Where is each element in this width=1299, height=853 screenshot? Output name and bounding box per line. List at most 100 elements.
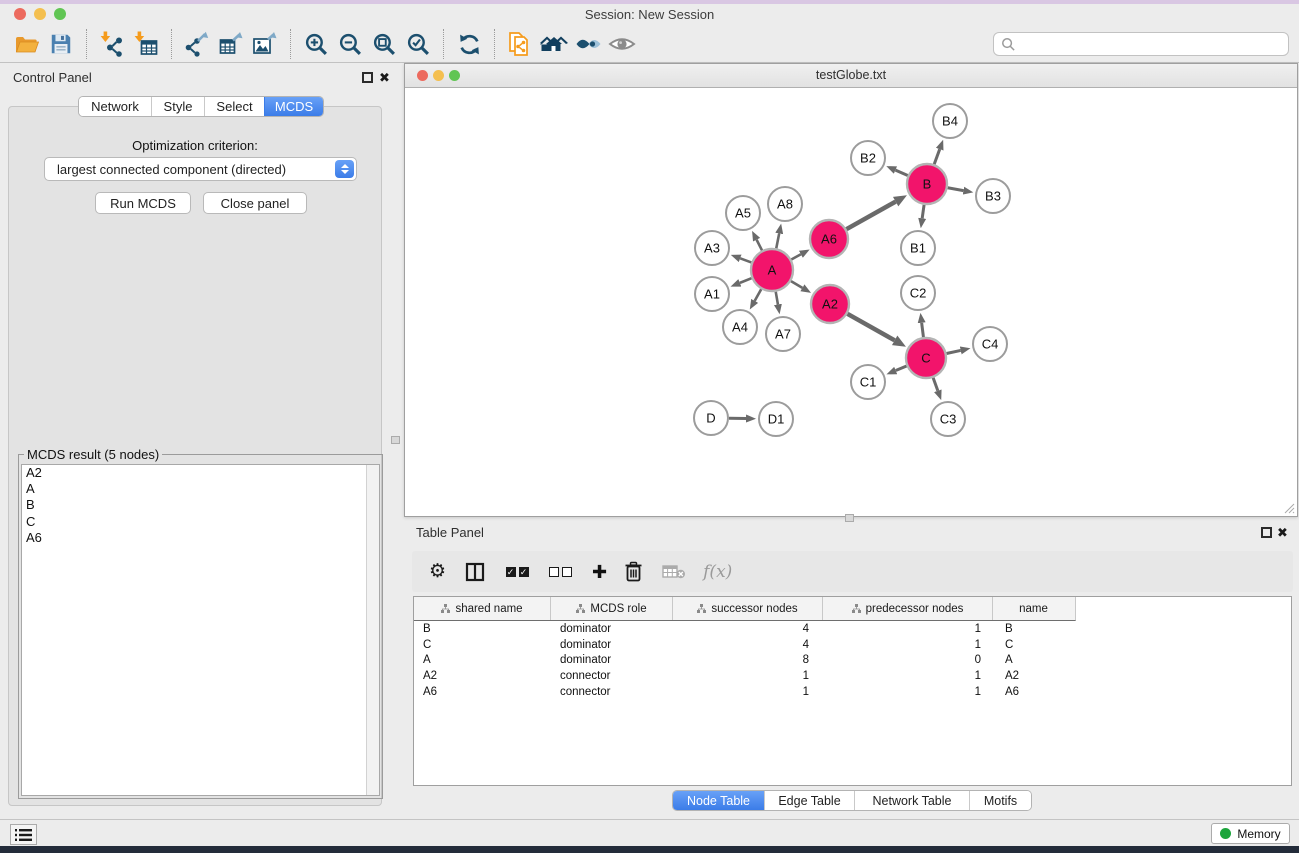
- graph-node-A1[interactable]: A1: [695, 277, 729, 311]
- float-panel-icon[interactable]: [362, 72, 373, 83]
- mcds-result-item[interactable]: B: [22, 497, 379, 513]
- graph-node-B2[interactable]: B2: [851, 141, 885, 175]
- toggle-graphics-details-icon[interactable]: [571, 28, 605, 60]
- export-network-icon[interactable]: [180, 28, 214, 60]
- mcds-result-list[interactable]: A2ABCA6: [21, 464, 380, 796]
- import-network-from-file-icon[interactable]: [95, 28, 129, 60]
- close-panel-icon[interactable]: ✖: [379, 71, 390, 84]
- mcds-result-item[interactable]: C: [22, 514, 379, 530]
- table-row[interactable]: Bdominator41B: [414, 621, 1291, 637]
- refresh-view-icon[interactable]: [452, 28, 486, 60]
- resize-grip-icon[interactable]: [1283, 502, 1295, 514]
- graph-node-B[interactable]: B: [907, 164, 947, 204]
- unselect-all-columns-icon[interactable]: [547, 560, 573, 584]
- graph-edge-A-A5[interactable]: [757, 240, 762, 251]
- graph-node-C2[interactable]: C2: [901, 276, 935, 310]
- node-table[interactable]: shared name MCDS role successor nodes pr…: [413, 596, 1292, 786]
- zoom-in-icon[interactable]: [299, 28, 333, 60]
- graph-edge-A-A2[interactable]: [791, 281, 802, 288]
- export-table-icon[interactable]: [214, 28, 248, 60]
- open-file-icon[interactable]: [10, 28, 44, 60]
- graph-node-C4[interactable]: C4: [973, 327, 1007, 361]
- graph-node-B3[interactable]: B3: [976, 179, 1010, 213]
- column-header-name[interactable]: name: [993, 597, 1074, 620]
- delete-column-trash-icon[interactable]: [624, 560, 643, 584]
- graph-edge-A-A1[interactable]: [740, 278, 752, 283]
- graph-edge-C-C3[interactable]: [933, 378, 938, 391]
- graph-node-B4[interactable]: B4: [933, 104, 967, 138]
- mcds-result-item[interactable]: A2: [22, 465, 379, 481]
- graph-edge-B-B2[interactable]: [895, 170, 907, 175]
- graph-edge-C-C1[interactable]: [896, 366, 907, 371]
- close-panel-button[interactable]: Close panel: [203, 192, 307, 214]
- graph-node-A5[interactable]: A5: [726, 196, 760, 230]
- graph-node-A4[interactable]: A4: [723, 310, 757, 344]
- graph-edge-B-B4[interactable]: [934, 149, 940, 164]
- column-header-mcds-role[interactable]: MCDS role: [551, 597, 673, 620]
- graph-node-A7[interactable]: A7: [766, 317, 800, 351]
- table-settings-gear-icon[interactable]: ⚙: [429, 560, 446, 584]
- mcds-result-item[interactable]: A6: [22, 530, 379, 546]
- table-row[interactable]: Cdominator41C: [414, 637, 1291, 653]
- graph-edge-A-A8[interactable]: [776, 233, 779, 248]
- graph-edge-C-C4[interactable]: [947, 350, 961, 353]
- tab-network-table[interactable]: Network Table: [854, 791, 969, 810]
- create-column-plus-icon[interactable]: ✚: [592, 560, 607, 584]
- criterion-dropdown[interactable]: largest connected component (directed): [44, 157, 357, 181]
- save-session-icon[interactable]: [44, 28, 78, 60]
- graph-node-C1[interactable]: C1: [851, 365, 885, 399]
- graph-node-A2[interactable]: A2: [811, 285, 849, 323]
- task-history-list-button[interactable]: [10, 824, 37, 845]
- graph-node-B1[interactable]: B1: [901, 231, 935, 265]
- graph-node-A3[interactable]: A3: [695, 231, 729, 265]
- graph-node-D[interactable]: D: [694, 401, 728, 435]
- search-input[interactable]: [1016, 34, 1288, 54]
- close-panel-icon[interactable]: ✖: [1277, 526, 1288, 539]
- memory-button[interactable]: Memory: [1211, 823, 1290, 844]
- graph-node-A8[interactable]: A8: [768, 187, 802, 221]
- graph-edge-A-A4[interactable]: [755, 289, 762, 301]
- tab-network[interactable]: Network: [79, 97, 151, 116]
- tab-style[interactable]: Style: [151, 97, 204, 116]
- graph-edge-B-B1[interactable]: [922, 205, 924, 218]
- horizontal-splitter-handle[interactable]: [845, 514, 854, 522]
- tab-edge-table[interactable]: Edge Table: [764, 791, 854, 810]
- graph-edge-A2-C[interactable]: [847, 314, 894, 341]
- tab-mcds[interactable]: MCDS: [264, 97, 323, 116]
- select-all-columns-icon[interactable]: ✓✓: [504, 560, 530, 584]
- float-panel-icon[interactable]: [1261, 527, 1272, 538]
- graph-edge-A-A6[interactable]: [791, 254, 801, 259]
- zoom-selected-icon[interactable]: [401, 28, 435, 60]
- graph-node-A[interactable]: A: [751, 249, 793, 291]
- scrollbar-track[interactable]: [366, 465, 379, 795]
- show-hide-eye-icon[interactable]: [605, 28, 639, 60]
- table-row[interactable]: A2connector11A2: [414, 668, 1291, 684]
- tab-select[interactable]: Select: [204, 97, 264, 116]
- column-header-successor-nodes[interactable]: successor nodes: [673, 597, 823, 620]
- graph-node-D1[interactable]: D1: [759, 402, 793, 436]
- column-header-predecessor-nodes[interactable]: predecessor nodes: [823, 597, 993, 620]
- table-row[interactable]: A6connector11A6: [414, 684, 1291, 700]
- zoom-out-icon[interactable]: [333, 28, 367, 60]
- run-mcds-button[interactable]: Run MCDS: [95, 192, 191, 214]
- zoom-fit-content-icon[interactable]: [367, 28, 401, 60]
- tab-motifs[interactable]: Motifs: [969, 791, 1031, 810]
- network-graph-canvas[interactable]: B4B2BB3A5A8A6A3B1AC2A1A2A4A7C4CC1C3DD1: [405, 88, 1297, 517]
- graph-edge-A-A3[interactable]: [740, 258, 751, 262]
- graph-edge-A6-B[interactable]: [846, 202, 895, 230]
- graph-edge-C-C2[interactable]: [922, 323, 924, 337]
- import-table-from-file-icon[interactable]: [129, 28, 163, 60]
- graph-edge-A-A7[interactable]: [776, 292, 778, 305]
- search-box[interactable]: [993, 32, 1289, 56]
- share-session-icon[interactable]: [503, 28, 537, 60]
- table-row[interactable]: Adominator80A: [414, 653, 1291, 669]
- graph-node-A6[interactable]: A6: [810, 220, 848, 258]
- network-window-titlebar[interactable]: testGlobe.txt: [405, 64, 1297, 88]
- mcds-result-item[interactable]: A: [22, 481, 379, 497]
- vertical-splitter-handle[interactable]: [391, 436, 400, 444]
- graph-edge-B-B3[interactable]: [948, 188, 964, 191]
- home-icon[interactable]: [537, 28, 571, 60]
- graph-node-C[interactable]: C: [906, 338, 946, 378]
- show-columns-icon[interactable]: [465, 560, 485, 584]
- tab-node-table[interactable]: Node Table: [673, 791, 764, 810]
